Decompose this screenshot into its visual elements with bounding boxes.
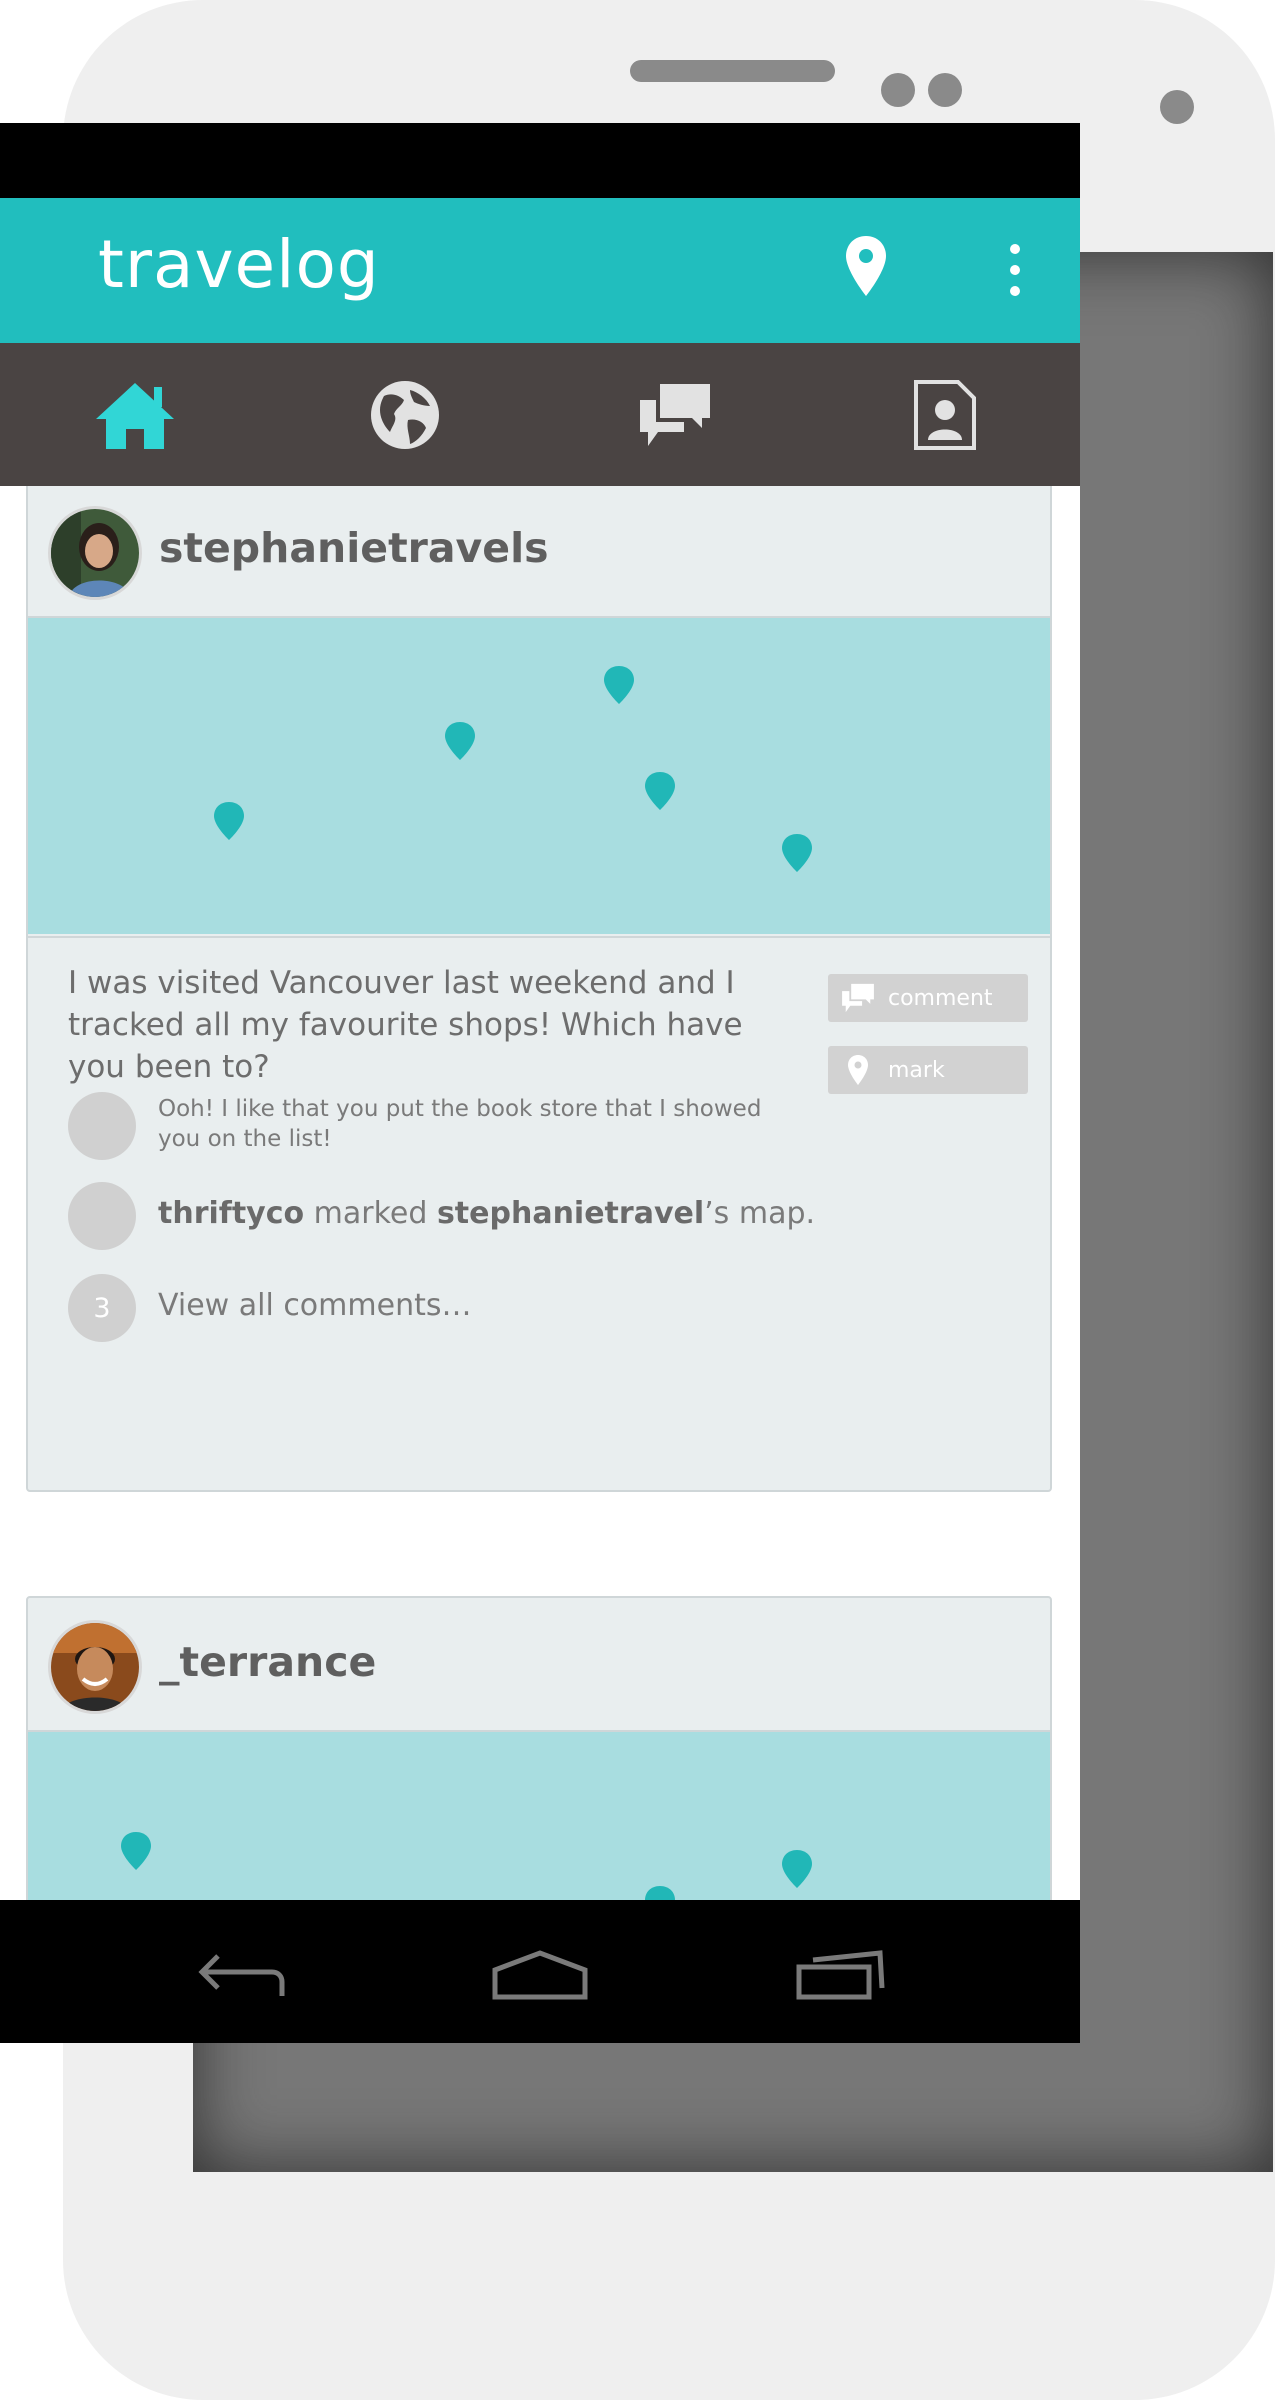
recents-icon[interactable] xyxy=(796,1950,886,2000)
comment-row: Ooh! I like that you put the book store … xyxy=(68,1092,788,1162)
phone-speaker xyxy=(630,60,835,82)
mark-button[interactable]: mark xyxy=(828,1046,1028,1094)
view-all-comments[interactable]: 3 View all comments… xyxy=(68,1274,788,1344)
app-title: travelog xyxy=(98,226,380,303)
comment-text: Ooh! I like that you put the book store … xyxy=(158,1096,762,1152)
tab-messages[interactable] xyxy=(540,343,810,486)
feed: stephanietravels I was visited Vancouver… xyxy=(0,486,1080,1923)
post-card: _terrance xyxy=(26,1596,1052,1923)
map-pin-icon[interactable] xyxy=(121,1832,151,1870)
tab-home[interactable] xyxy=(0,343,270,486)
map-pin-icon[interactable] xyxy=(782,1850,812,1888)
commenter-avatar[interactable] xyxy=(68,1182,136,1250)
activity-suffix: ’s map. xyxy=(704,1196,816,1231)
home-icon[interactable] xyxy=(492,1950,588,2000)
map-pin-icon[interactable] xyxy=(604,666,634,704)
map-preview[interactable] xyxy=(28,618,1050,934)
map-pin-icon[interactable] xyxy=(645,772,675,810)
system-nav-bar xyxy=(0,1900,1080,2043)
location-pin-icon xyxy=(848,1055,868,1085)
chat-bubbles-icon xyxy=(640,383,710,446)
status-bar xyxy=(0,123,1080,198)
chat-bubbles-icon xyxy=(842,983,874,1013)
activity-text: thriftyco marked stephanietravel’s map. xyxy=(158,1196,815,1231)
phone-sensor xyxy=(928,73,962,107)
globe-icon xyxy=(371,380,439,449)
phone-sensor xyxy=(881,73,915,107)
view-all-comments-label[interactable]: View all comments… xyxy=(158,1288,471,1323)
activity-target[interactable]: stephanietravel xyxy=(437,1196,704,1231)
tab-explore[interactable] xyxy=(270,343,540,486)
activity-verb: marked xyxy=(304,1196,437,1231)
username[interactable]: _terrance xyxy=(159,1638,376,1686)
divider xyxy=(28,936,1050,938)
post-header: stephanietravels xyxy=(28,486,1050,618)
comment-count-badge: 3 xyxy=(68,1274,136,1342)
activity-actor[interactable]: thriftyco xyxy=(158,1196,304,1231)
map-preview[interactable] xyxy=(28,1732,1050,1923)
back-icon[interactable] xyxy=(196,1950,286,2000)
map-pin-icon[interactable] xyxy=(445,722,475,760)
home-icon xyxy=(96,382,174,449)
tab-profile[interactable] xyxy=(810,343,1080,486)
location-pin-icon[interactable] xyxy=(846,236,886,296)
commenter-avatar[interactable] xyxy=(68,1092,136,1160)
app-screen: travelog stephanietravels I was visited … xyxy=(0,123,1080,2043)
profile-card-icon xyxy=(914,379,976,450)
avatar[interactable] xyxy=(48,1620,142,1714)
comment-button[interactable]: comment xyxy=(828,974,1028,1022)
activity-row: thriftyco marked stephanietravel’s map. xyxy=(68,1182,815,1252)
map-pin-icon[interactable] xyxy=(782,834,812,872)
username[interactable]: stephanietravels xyxy=(159,524,549,572)
avatar[interactable] xyxy=(48,506,142,600)
post-card: stephanietravels I was visited Vancouver… xyxy=(26,486,1052,1492)
post-header: _terrance xyxy=(28,1598,1050,1732)
tab-bar xyxy=(0,343,1080,486)
overflow-menu-icon[interactable] xyxy=(1005,242,1025,298)
phone-camera xyxy=(1160,90,1194,124)
app-bar: travelog xyxy=(0,198,1080,343)
comment-button-label: comment xyxy=(888,985,993,1011)
map-pin-icon[interactable] xyxy=(214,802,244,840)
post-text: I was visited Vancouver last weekend and… xyxy=(68,965,743,1085)
mark-button-label: mark xyxy=(888,1057,945,1083)
